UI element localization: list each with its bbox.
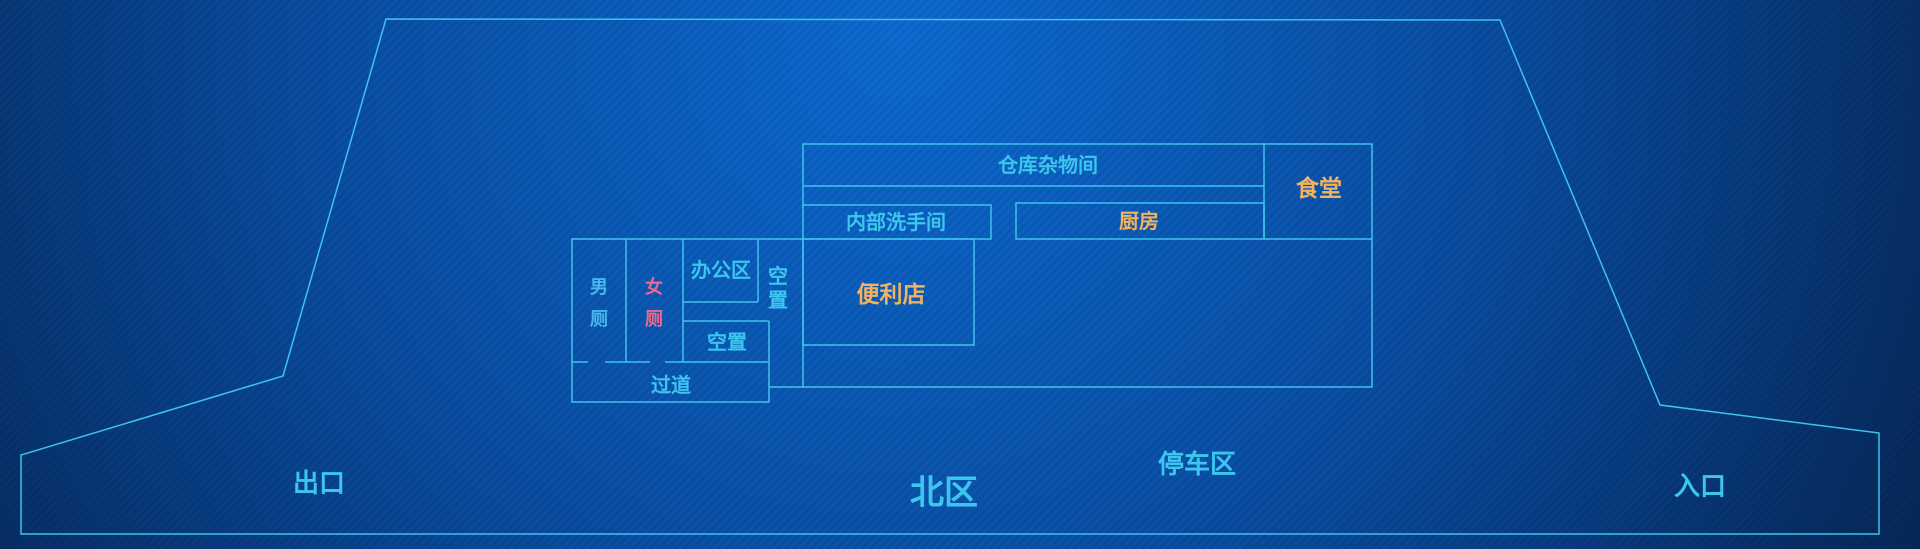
vacant-vertical-label-1: 空 xyxy=(768,264,788,288)
north-zone-label: 北区 xyxy=(910,473,978,513)
corridor-label: 过道 xyxy=(651,373,691,397)
mens-room-label-2: 厕 xyxy=(590,309,608,330)
floor-plan: 仓库杂物间 食堂 内部洗手间 厨房 便利店 男 厕 女 厕 办公区 空 置 空置… xyxy=(0,0,1920,549)
warehouse-label: 仓库杂物间 xyxy=(997,153,1098,177)
womens-room-label-1: 女 xyxy=(645,276,663,298)
exit-label: 出口 xyxy=(293,469,345,499)
background-texture xyxy=(0,0,1920,549)
mens-room-label-1: 男 xyxy=(590,277,608,298)
floor-plan-canvas: 仓库杂物间 食堂 内部洗手间 厨房 便利店 男 厕 女 厕 办公区 空 置 空置… xyxy=(0,0,1920,549)
vacant-label: 空置 xyxy=(707,330,747,354)
office-label: 办公区 xyxy=(691,258,751,282)
kitchen-label: 厨房 xyxy=(1119,209,1159,233)
staff-washroom-label: 内部洗手间 xyxy=(846,210,946,234)
vacant-vertical-label-2: 置 xyxy=(768,288,788,312)
entrance-label: 入口 xyxy=(1674,472,1726,502)
store-label: 便利店 xyxy=(857,282,926,308)
womens-room-label-2: 厕 xyxy=(645,309,663,330)
canteen-label: 食堂 xyxy=(1296,175,1342,202)
parking-label: 停车区 xyxy=(1158,449,1236,480)
